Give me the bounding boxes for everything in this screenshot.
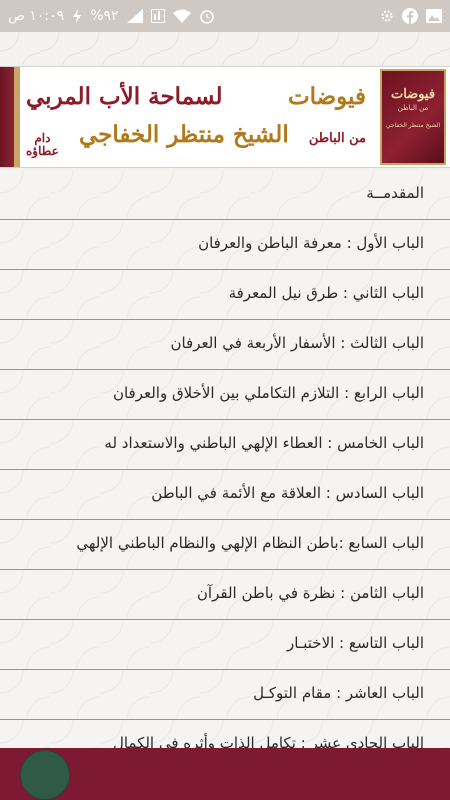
charging-icon (72, 9, 82, 23)
list-item-chapter-3[interactable]: الباب الثالث : الأسفار الأربعة في العرفا… (0, 320, 450, 370)
book-cover-image: فيوضات من الباطن الشيخ منتظر الخفاجي (380, 69, 446, 165)
banner-dam-itaah: دام عطاؤه (26, 132, 59, 158)
banner-itaah: عطاؤه (26, 144, 59, 158)
banner-min-albatin: من الباطن (308, 131, 366, 146)
gear-icon (380, 9, 394, 23)
signal-icon (126, 9, 143, 23)
facebook-icon (402, 8, 418, 24)
chapter-list[interactable]: المقدمــة الباب الأول : معرفة الباطن وال… (0, 170, 450, 748)
banner-lisamahat: لسماحة الأب المربي (26, 83, 223, 110)
list-item-chapter-1[interactable]: الباب الأول : معرفة الباطن والعرفان (0, 220, 450, 270)
gallery-icon (426, 9, 442, 23)
list-item-chapter-9[interactable]: الباب التاسع : الاختبـار (0, 620, 450, 670)
banner-sheikh-name: الشيخ منتظر الخفاجي (78, 121, 289, 148)
book-cover-author: الشيخ منتظر الخفاجي (385, 122, 441, 129)
banner-word-fuyudat: فيوضات (287, 83, 366, 110)
header-pattern (0, 32, 450, 66)
data-icon (150, 9, 165, 23)
list-item-chapter-8[interactable]: الباب الثامن : نظرة في باطن القرآن (0, 570, 450, 620)
wifi-icon (172, 9, 191, 23)
list-item-intro[interactable]: المقدمــة (0, 170, 450, 220)
alarm-icon (199, 8, 215, 24)
list-item-chapter-4[interactable]: الباب الرابع : التلازم التكاملي بين الأخ… (0, 370, 450, 420)
list-item-chapter-2[interactable]: الباب الثاني : طرق نيل المعرفة (0, 270, 450, 320)
clock: ١٠:٠٩ ص (8, 8, 65, 24)
list-item-chapter-5[interactable]: الباب الخامس : العطاء الإلهي الباطني وال… (0, 420, 450, 470)
list-item-chapter-11[interactable]: الباب الحادي عشر : تكامل الذات وأثره في … (0, 720, 450, 748)
floating-action-button[interactable] (20, 750, 70, 800)
list-item-chapter-10[interactable]: الباب العاشر : مقام التوكـل (0, 670, 450, 720)
banner-text: فيوضات لسماحة الأب المربي من الباطن الشي… (20, 67, 366, 167)
book-cover-title: فيوضات (390, 87, 436, 102)
battery-percent: %٩٢ (90, 8, 119, 24)
list-item-chapter-7[interactable]: الباب السابع :باطن النظام الإلهي والنظام… (0, 520, 450, 570)
banner-ribbon (0, 67, 14, 167)
banner-dam: دام (34, 131, 51, 145)
list-item-chapter-6[interactable]: الباب السادس : العلاقة مع الأئمة في البا… (0, 470, 450, 520)
status-bar: ١٠:٠٩ ص %٩٢ (0, 0, 450, 32)
app-banner: فيوضات لسماحة الأب المربي من الباطن الشي… (0, 66, 450, 168)
book-cover-subtitle: من الباطن (397, 104, 429, 112)
